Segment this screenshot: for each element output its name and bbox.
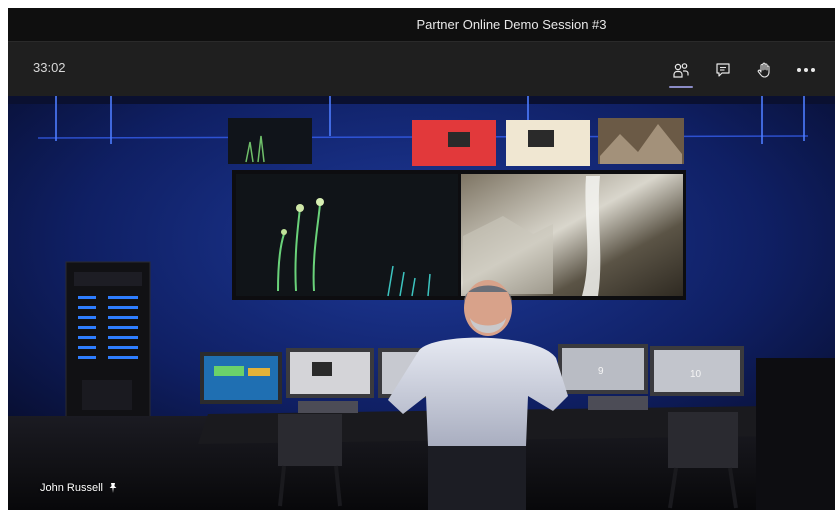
raise-hand-button[interactable] [749,56,779,84]
right-cabinet [756,358,835,510]
participants-button[interactable] [666,56,696,88]
top-screen-1 [228,118,312,164]
pin-icon[interactable] [107,482,119,494]
call-timer: 33:02 [33,60,66,75]
monitor-label-10: 10 [690,369,702,380]
raise-hand-icon [757,62,770,78]
monitor-label-9: 9 [598,366,604,377]
more-options-icon [797,68,815,72]
chair-right [668,412,738,468]
wall-screen-plants [236,174,458,296]
participant-video[interactable]: 9 10 John Russell [8,96,835,510]
title-bar: Partner Online Demo Session #3 [8,8,835,41]
more-options-button[interactable] [791,56,821,84]
participant-name: John Russell [40,482,103,494]
window-title: Partner Online Demo Session #3 [416,17,607,32]
meeting-window: Partner Online Demo Session #3 33:02 9 1… [8,8,835,510]
video-frame: 9 10 [8,96,835,510]
meeting-toolbar: 33:02 [8,41,835,97]
people-icon [673,63,689,78]
chat-icon [716,63,730,77]
chat-button[interactable] [708,56,738,84]
participant-name-tag: John Russell [40,482,119,494]
chair-left [278,414,342,466]
